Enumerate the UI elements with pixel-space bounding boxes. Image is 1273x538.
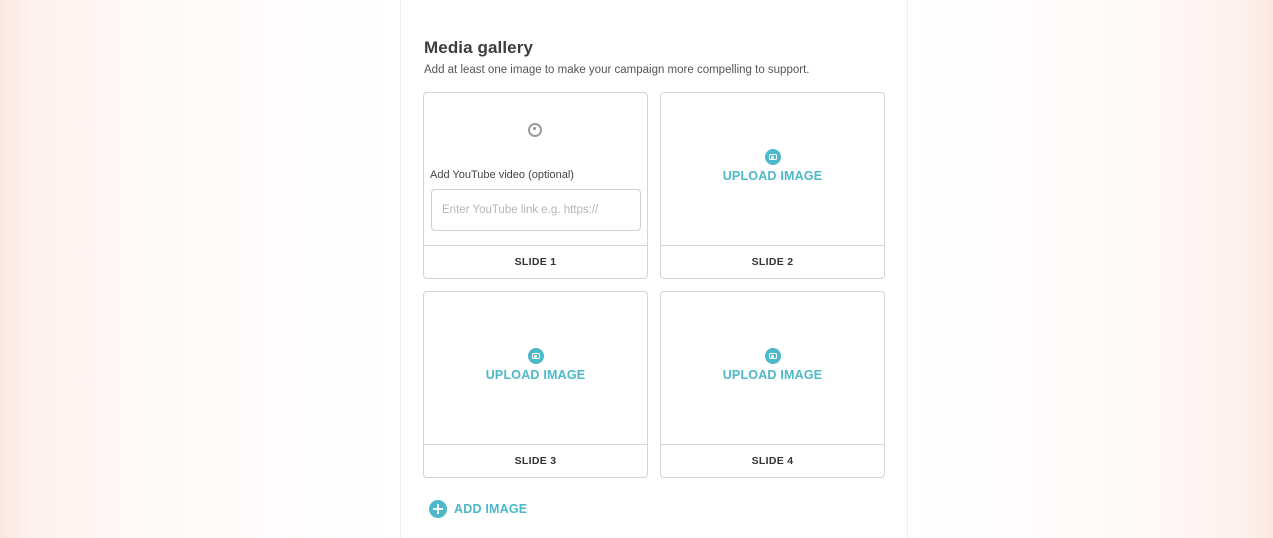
slide-1-card: Add YouTube video (optional) SLIDE 1 bbox=[423, 92, 648, 279]
slide-4-body: UPLOAD IMAGE bbox=[661, 292, 884, 445]
slide-3-card: UPLOAD IMAGE SLIDE 3 bbox=[423, 291, 648, 478]
plus-circle-icon bbox=[429, 500, 447, 518]
slide-3-footer: SLIDE 3 bbox=[514, 454, 557, 467]
slide-1-body: Add YouTube video (optional) bbox=[424, 93, 647, 246]
slide-4-card: UPLOAD IMAGE SLIDE 4 bbox=[660, 291, 885, 478]
section-subtitle: Add at least one image to make your camp… bbox=[424, 64, 810, 76]
camera-icon bbox=[764, 348, 781, 364]
upload-image-label: UPLOAD IMAGE bbox=[485, 368, 586, 382]
upload-image-label: UPLOAD IMAGE bbox=[722, 169, 823, 183]
camera-icon bbox=[527, 348, 544, 364]
section-title: Media gallery bbox=[424, 38, 534, 57]
add-image-button[interactable]: ADD IMAGE bbox=[429, 500, 527, 518]
slide-3-upload-image-button[interactable]: UPLOAD IMAGE bbox=[424, 348, 647, 382]
media-gallery-panel: Media gallery Add at least one image to … bbox=[400, 0, 908, 538]
add-image-label: ADD IMAGE bbox=[454, 502, 528, 516]
youtube-link-input[interactable] bbox=[431, 189, 641, 231]
slide-2-upload-image-button[interactable]: UPLOAD IMAGE bbox=[661, 149, 884, 183]
slide-4-footer: SLIDE 4 bbox=[751, 454, 794, 467]
slide-4-upload-image-button[interactable]: UPLOAD IMAGE bbox=[661, 348, 884, 382]
slide-2-body: UPLOAD IMAGE bbox=[661, 93, 884, 246]
upload-image-label: UPLOAD IMAGE bbox=[722, 368, 823, 382]
slide-1-footer: SLIDE 1 bbox=[514, 255, 557, 268]
slide-2-footer: SLIDE 2 bbox=[751, 255, 794, 268]
background-left bbox=[0, 0, 400, 538]
camera-icon bbox=[764, 149, 781, 165]
background-right bbox=[908, 0, 1273, 538]
youtube-video-label: Add YouTube video (optional) bbox=[430, 169, 574, 181]
video-icon bbox=[528, 123, 542, 137]
slide-2-card: UPLOAD IMAGE SLIDE 2 bbox=[660, 92, 885, 279]
slide-3-body: UPLOAD IMAGE bbox=[424, 292, 647, 445]
